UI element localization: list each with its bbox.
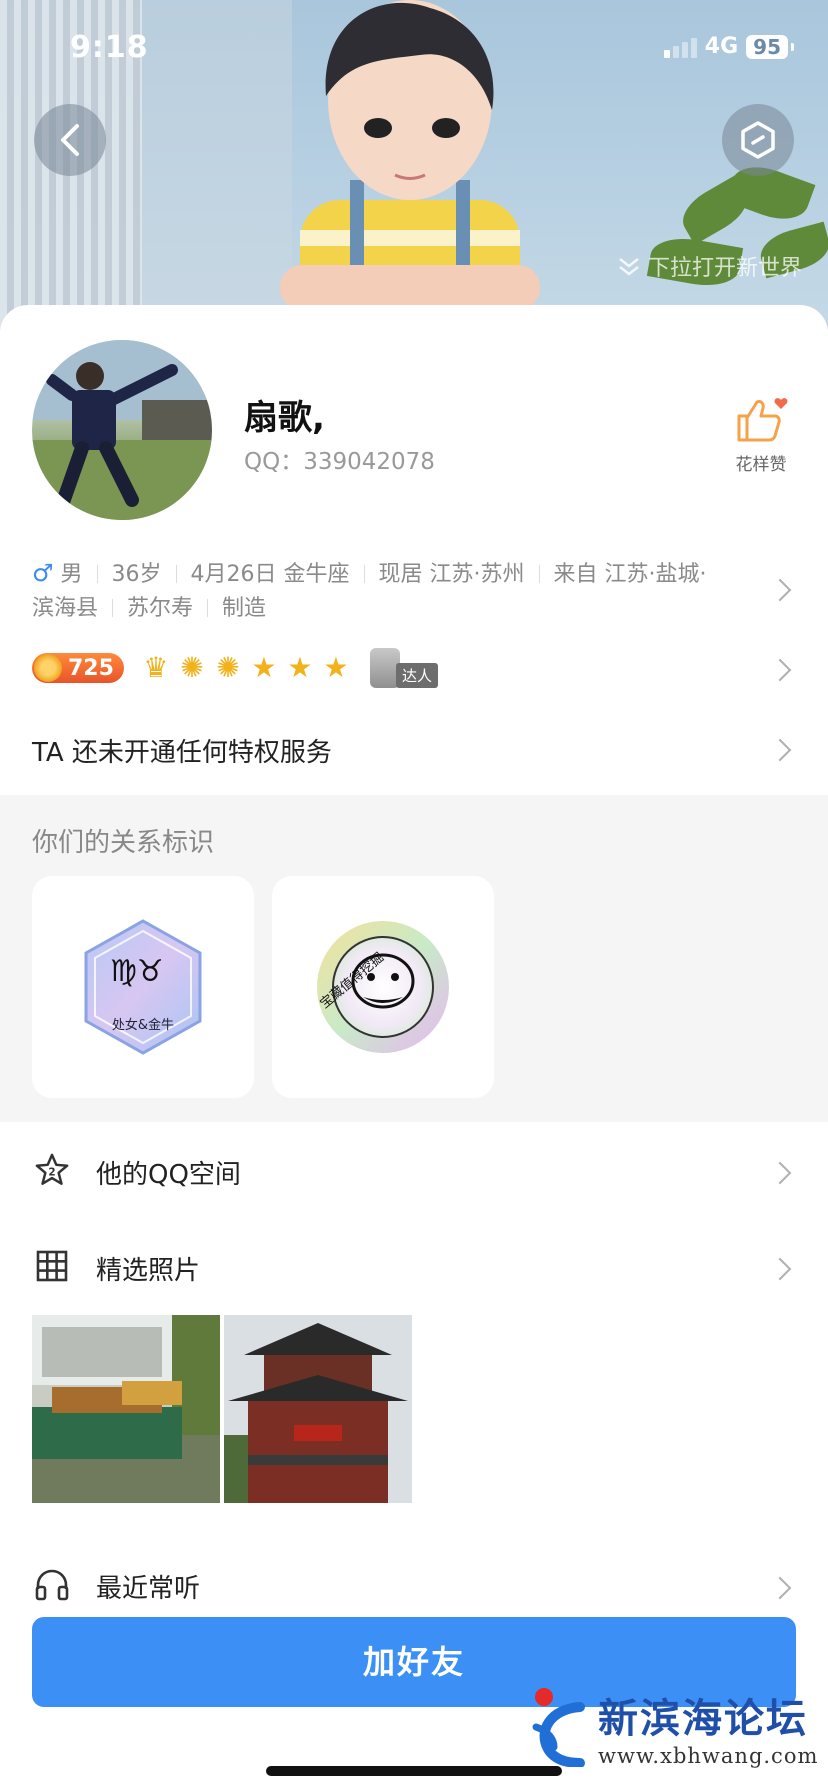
qq-value: 339042078 [303, 449, 435, 475]
status-time: 9:18 [70, 30, 149, 65]
svg-text:2: 2 [48, 1167, 55, 1179]
network-type: 4G [704, 34, 739, 59]
birthday-text: 4月26日 金牛座 [190, 562, 350, 587]
qq-number: QQ：339042078 [244, 442, 435, 476]
star-icon: ★ [287, 651, 313, 684]
coin-badge: 725 [32, 653, 124, 683]
industry-text: 制造 [222, 596, 267, 621]
photos-label[interactable]: 精选照片 [96, 1250, 200, 1287]
sun-icon: ✺ [216, 651, 240, 684]
profile-info[interactable]: ♂ 男 36岁 4月26日 金牛座 现居 江苏·苏州 来自 江苏·盐城· 滨海县 苏尔寿 制… [32, 556, 762, 626]
like-button[interactable]: 花样赞 [726, 396, 796, 475]
photo-thumbnail[interactable] [224, 1315, 412, 1503]
site-title: 新滨海论坛 [598, 1695, 808, 1742]
qzone-star-icon: 2 [34, 1152, 70, 1188]
company-text: 苏尔寿 [127, 596, 194, 621]
qzone-label[interactable]: 他的QQ空间 [96, 1154, 241, 1191]
relation-badge-treasure[interactable]: 宝藏值得挖掘 [272, 876, 494, 1098]
pull-hint-text: 下拉打开新世界 [647, 256, 802, 281]
age-text: 36岁 [111, 562, 162, 587]
relation-title: 你们的关系标识 [32, 828, 215, 858]
home-indicator [266, 1766, 562, 1776]
sun-icon: ✺ [180, 651, 204, 684]
site-logo [532, 1688, 585, 1767]
double-chevron-down-icon [619, 258, 639, 276]
privilege-text[interactable]: TA 还未开通任何特权服务 [32, 732, 332, 769]
headphones-icon [34, 1566, 70, 1602]
hometown-text-2: 滨海县 [32, 596, 99, 621]
zodiac-badge-label: 处女&金牛 [112, 1017, 174, 1033]
qq-label: QQ： [244, 449, 304, 475]
expert-badge: 达人 [369, 648, 438, 688]
avatar-photo [32, 340, 212, 520]
music-label[interactable]: 最近常听 [96, 1568, 200, 1605]
site-watermark: 新滨海论坛 www.xbhwang.com [530, 1686, 818, 1768]
hometown-text: 来自 江苏·盐城· [553, 562, 707, 587]
star-icon: ★ [323, 651, 349, 684]
coin-value: 725 [68, 655, 114, 681]
site-url: www.xbhwang.com [598, 1744, 819, 1768]
status-indicators: 4G 95 [663, 34, 794, 59]
gender-text: 男 [60, 562, 83, 587]
battery-icon: 95 [746, 34, 794, 59]
relation-badge-zodiac[interactable]: 处女&金牛 ♍♉ [32, 876, 254, 1098]
residence-text: 现居 江苏·苏州 [378, 562, 525, 587]
hexagon-settings-icon [741, 121, 775, 159]
like-label: 花样赞 [735, 455, 787, 475]
back-button[interactable] [34, 104, 106, 176]
gender-icon: ♂ [32, 559, 54, 587]
settings-button[interactable] [722, 104, 794, 176]
chevron-left-icon [61, 124, 79, 156]
photo-thumbnail[interactable] [32, 1315, 220, 1503]
pull-down-hint[interactable]: 下拉打开新世界 [616, 250, 802, 282]
grid-icon [34, 1248, 70, 1284]
star-icon: ★ [251, 651, 277, 684]
avatar[interactable] [32, 340, 212, 520]
zodiac-symbols: ♍♉ [110, 954, 164, 989]
expert-tag: 达人 [395, 662, 438, 688]
signal-icon [663, 36, 697, 58]
coin-icon [34, 654, 62, 682]
profile-name: 扇歌, [244, 398, 325, 438]
cover-character [280, 0, 540, 310]
crown-icon: ♛ [143, 651, 169, 684]
level-badges[interactable]: 725 ♛ ✺ ✺ ★ ★ ★ 达人 [32, 648, 438, 688]
thumbs-up-heart-icon [737, 398, 788, 442]
